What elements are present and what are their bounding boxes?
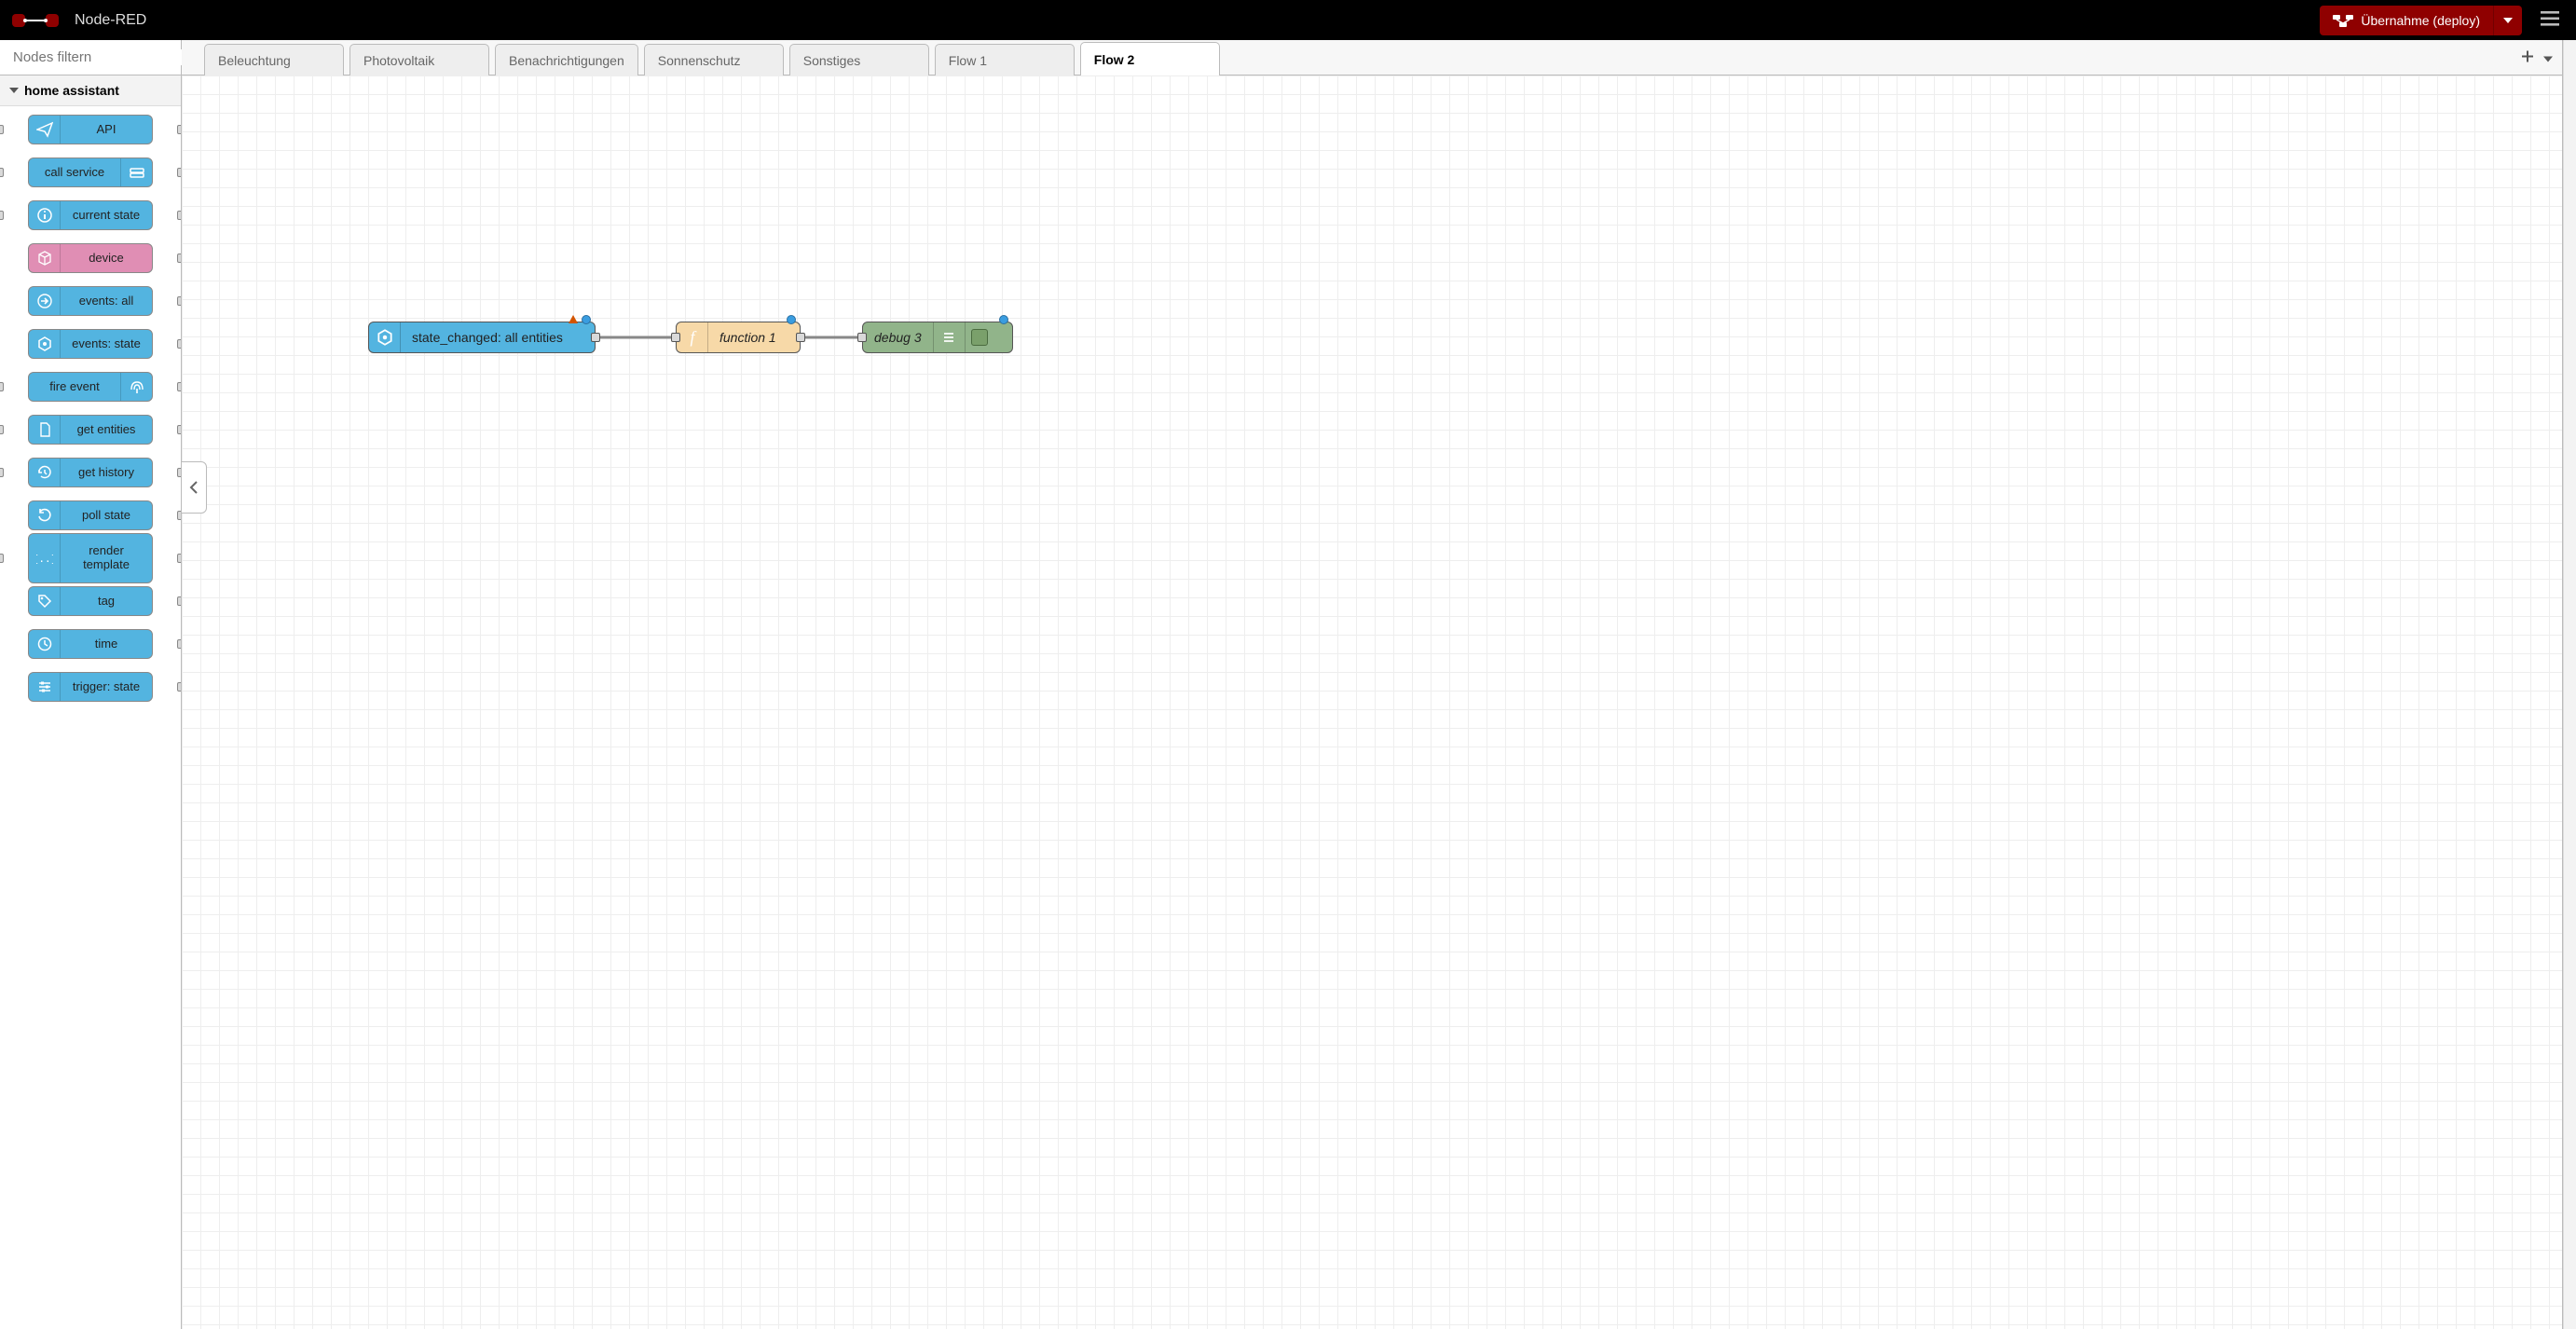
flow-node-label: debug 3	[863, 330, 933, 345]
refresh-icon	[29, 501, 61, 529]
braces-icon: {..}	[29, 534, 61, 582]
palette-node-render-template[interactable]: {..} render template	[28, 533, 153, 583]
right-rail	[2563, 40, 2576, 1329]
cube-icon	[29, 244, 61, 272]
debug-toggle-button[interactable]	[965, 322, 993, 352]
app-logo: Node-RED	[11, 10, 146, 31]
flow-node-label: state_changed: all entities	[401, 330, 574, 345]
main-menu-button[interactable]	[2535, 6, 2565, 34]
node-status-dot-icon	[999, 315, 1008, 324]
app-title: Node-RED	[75, 12, 146, 29]
palette-node-poll-state[interactable]: poll state	[28, 500, 153, 530]
palette-search	[0, 40, 181, 75]
palette-node-events-state[interactable]: events: state	[28, 329, 153, 359]
history-icon	[29, 459, 61, 486]
tab-flow-1[interactable]: Flow 1	[935, 44, 1075, 75]
flow-canvas[interactable]: state_changed: all entities f function 1…	[182, 75, 2562, 1329]
workspace-tabs: Beleuchtung Photovoltaik Benachrichtigun…	[182, 40, 2562, 75]
debug-list-icon	[933, 322, 965, 352]
tab-benachrichtigungen[interactable]: Benachrichtigungen	[495, 44, 638, 75]
tab-flow-2[interactable]: Flow 2	[1080, 42, 1220, 75]
plus-icon	[2521, 49, 2534, 62]
clock-icon	[29, 630, 61, 658]
function-icon: f	[677, 322, 708, 352]
node-status-changed-icon	[569, 315, 578, 323]
palette-node-list: API call service current state device	[0, 106, 181, 721]
hamburger-icon	[2541, 11, 2559, 26]
svg-text:f: f	[690, 328, 696, 347]
palette-node-time[interactable]: time	[28, 629, 153, 659]
arrow-right-icon	[29, 287, 61, 315]
hexagon-icon	[369, 322, 401, 352]
flow-node-events-all[interactable]: state_changed: all entities	[368, 322, 596, 353]
tab-beleuchtung[interactable]: Beleuchtung	[204, 44, 344, 75]
node-red-logo-icon	[11, 10, 60, 31]
tag-icon	[29, 587, 61, 615]
info-icon	[29, 201, 61, 229]
broadcast-icon	[120, 373, 152, 401]
deploy-button-label: Übernahme (deploy)	[2361, 13, 2480, 28]
node-output-port[interactable]	[796, 333, 805, 342]
document-icon	[29, 416, 61, 444]
server-icon	[120, 158, 152, 186]
tabs-dropdown-button[interactable]	[2543, 50, 2553, 65]
palette-node-get-history[interactable]: get history	[28, 458, 153, 487]
palette-node-tag[interactable]: tag	[28, 586, 153, 616]
palette-node-api[interactable]: API	[28, 115, 153, 144]
palette-node-call-service[interactable]: call service	[28, 158, 153, 187]
chevron-left-icon	[189, 481, 199, 494]
svg-text:{..}: {..}	[36, 553, 53, 565]
node-status-dot-icon	[582, 315, 591, 324]
sliders-icon	[29, 673, 61, 701]
palette-sidebar: home assistant API call service current …	[0, 40, 182, 1329]
tab-sonstiges[interactable]: Sonstiges	[789, 44, 929, 75]
palette-node-trigger-state[interactable]: trigger: state	[28, 672, 153, 702]
node-output-port[interactable]	[591, 333, 600, 342]
chevron-down-icon	[2543, 57, 2553, 62]
palette-node-events-all[interactable]: events: all	[28, 286, 153, 316]
flow-node-label: function 1	[708, 330, 788, 345]
paper-plane-icon	[29, 116, 61, 144]
palette-search-input[interactable]	[13, 49, 199, 65]
workspace: Beleuchtung Photovoltaik Benachrichtigun…	[182, 40, 2563, 1329]
tab-photovoltaik[interactable]: Photovoltaik	[349, 44, 489, 75]
node-input-port[interactable]	[857, 333, 867, 342]
palette-node-fire-event[interactable]: fire event	[28, 372, 153, 402]
palette-node-get-entities[interactable]: get entities	[28, 415, 153, 445]
palette-collapse-button[interactable]	[182, 461, 207, 514]
app-header: Node-RED Übernahme (deploy)	[0, 0, 2576, 40]
palette-node-current-state[interactable]: current state	[28, 200, 153, 230]
toggle-indicator-icon	[971, 329, 988, 346]
chevron-down-icon	[9, 86, 19, 95]
deploy-button[interactable]: Übernahme (deploy)	[2320, 6, 2522, 35]
deploy-dropdown-toggle[interactable]	[2493, 6, 2522, 35]
palette-category-label: home assistant	[24, 83, 119, 98]
palette-category-home-assistant[interactable]: home assistant	[0, 75, 181, 106]
tab-sonnenschutz[interactable]: Sonnenschutz	[644, 44, 784, 75]
chevron-down-icon	[2503, 18, 2513, 23]
hexagon-icon	[29, 330, 61, 358]
node-input-port[interactable]	[671, 333, 680, 342]
palette-node-device[interactable]: device	[28, 243, 153, 273]
flow-node-debug[interactable]: debug 3	[862, 322, 1013, 353]
add-tab-button[interactable]	[2521, 49, 2534, 65]
node-status-dot-icon	[787, 315, 796, 324]
deploy-icon	[2333, 13, 2353, 28]
flow-node-function[interactable]: f function 1	[676, 322, 801, 353]
